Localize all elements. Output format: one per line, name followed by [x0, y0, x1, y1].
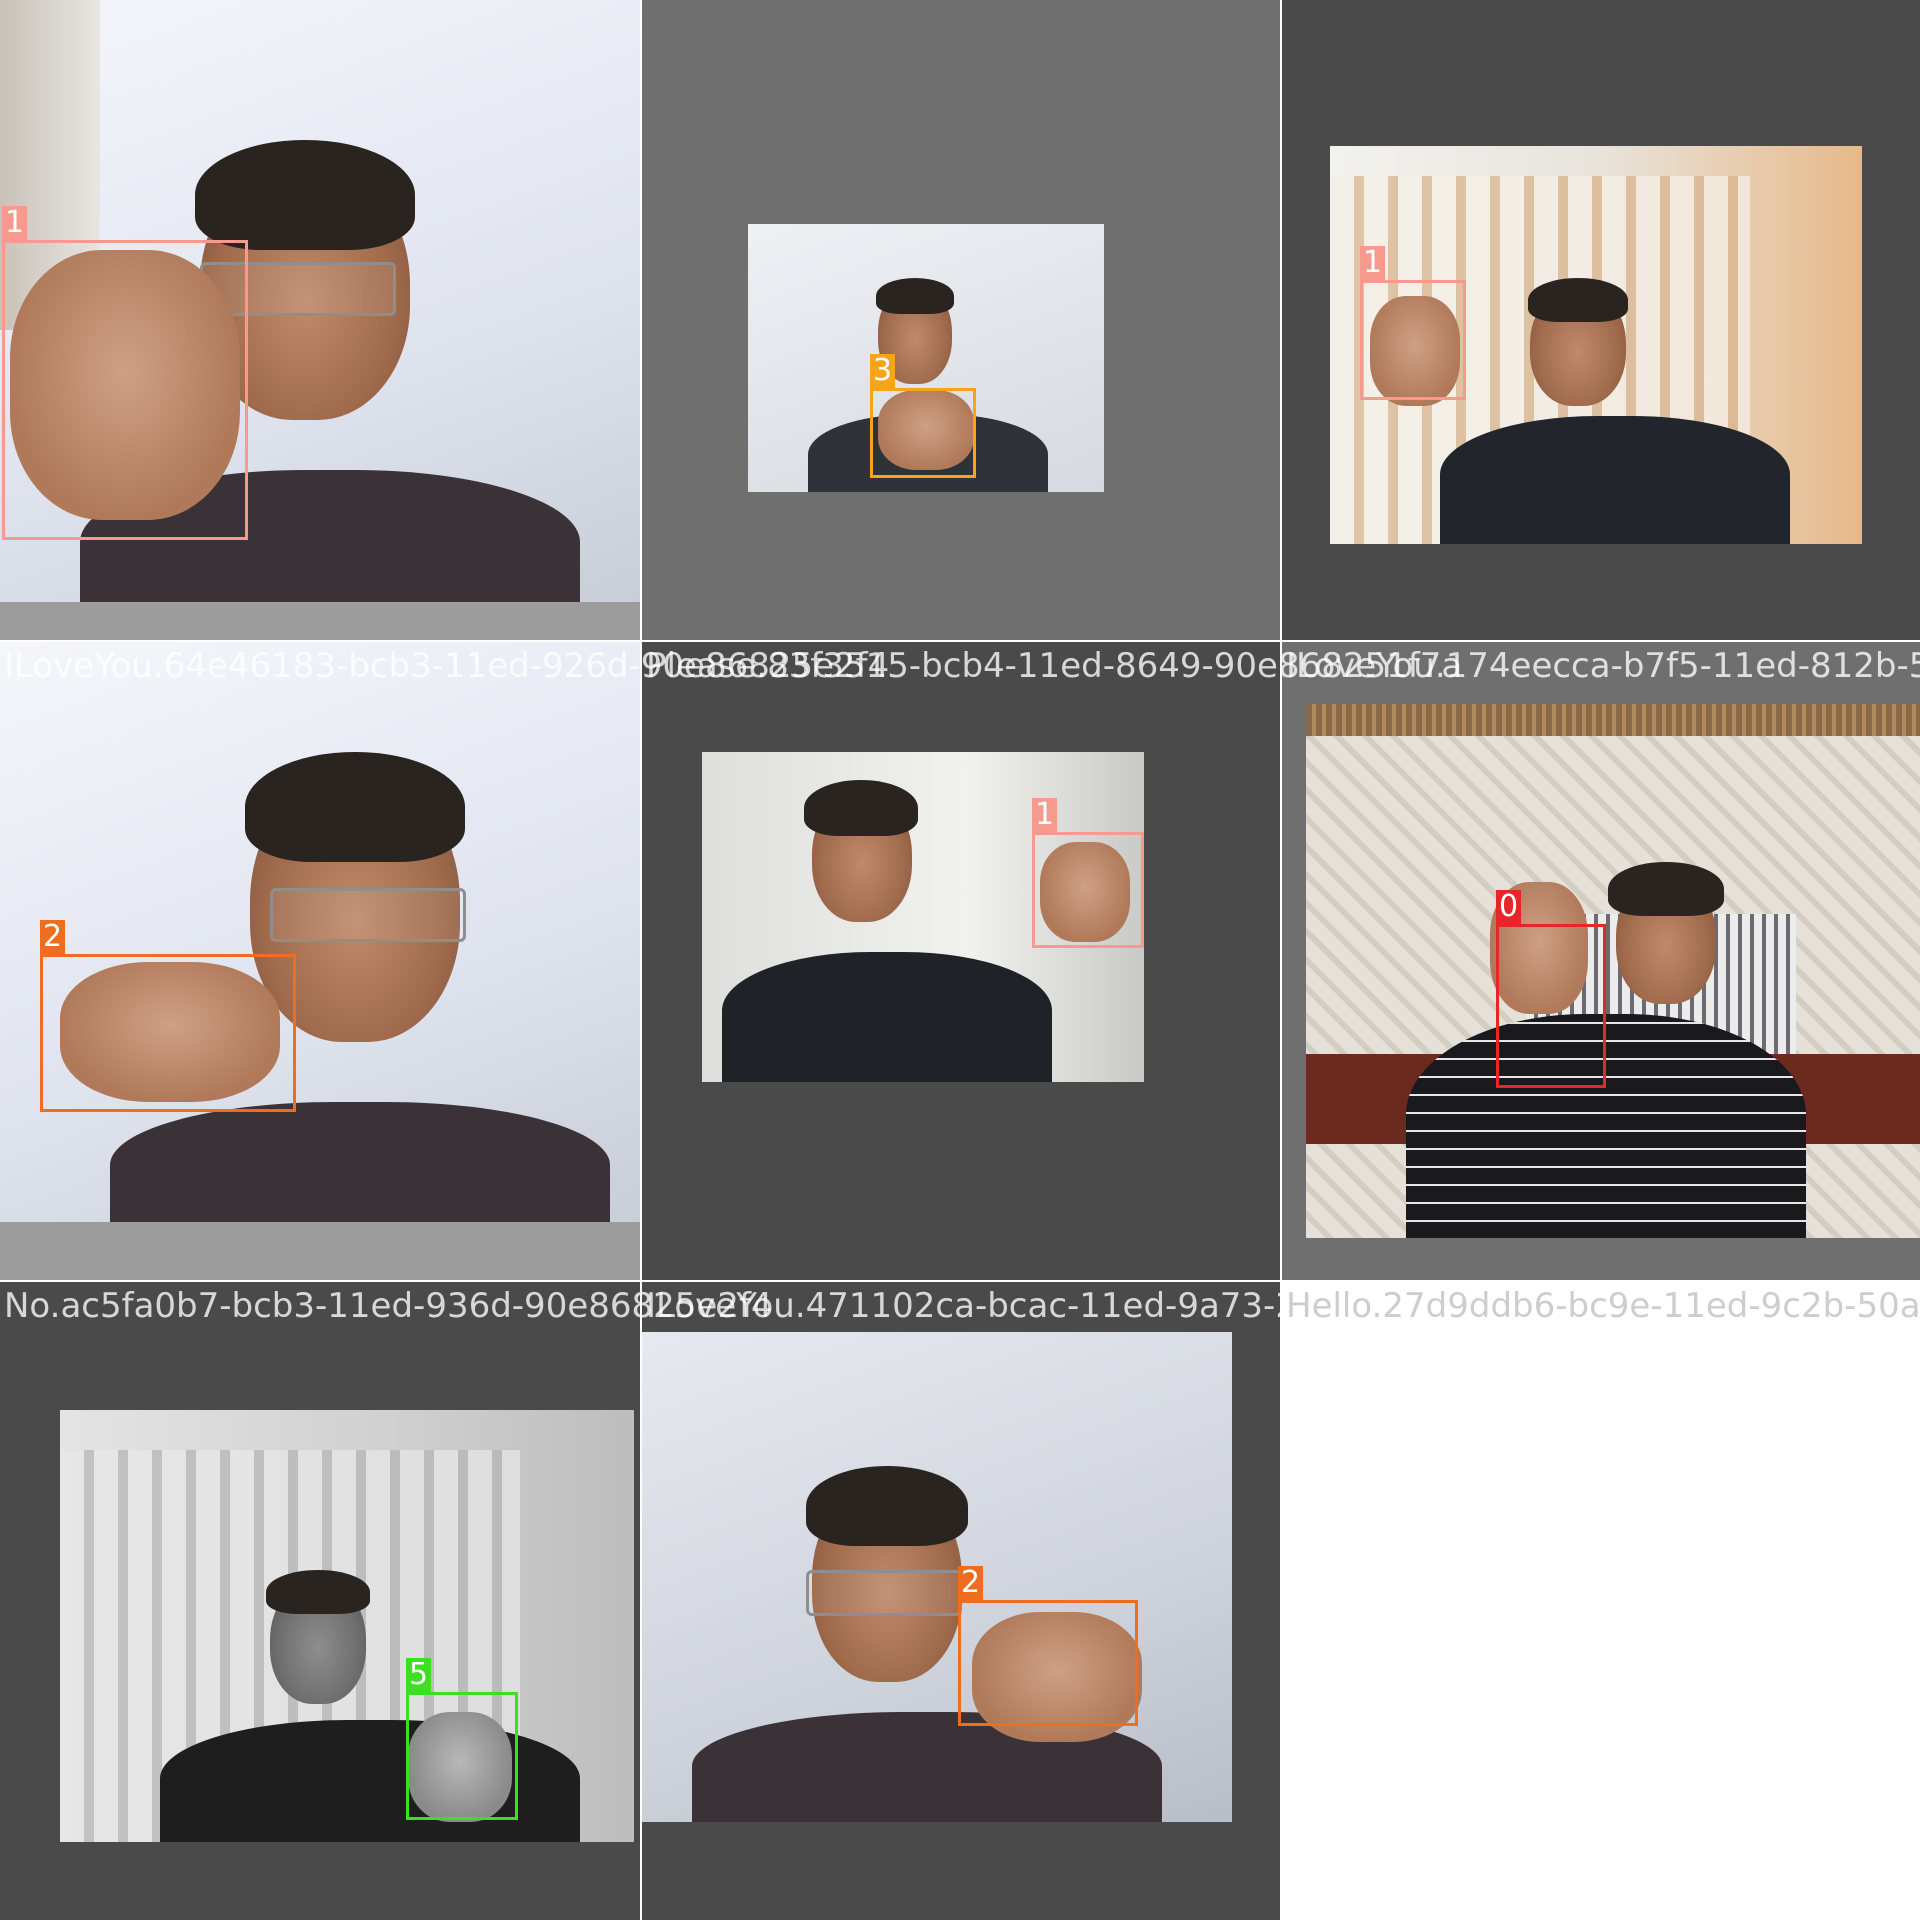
- tile-5-person-hair: [804, 780, 918, 836]
- tile-3-bounding-box: [1360, 280, 1466, 400]
- tile-4-person-hair: [245, 752, 465, 862]
- tile-7-photo: [60, 1410, 634, 1842]
- grid-divider-horizontal-2: [0, 1280, 1920, 1282]
- mosaic-tile-3: 1: [1282, 0, 1920, 640]
- tile-8-box-label: 2: [958, 1566, 984, 1600]
- tile-3-person-hair: [1528, 278, 1628, 322]
- mosaic-tile-6: 0: [1282, 642, 1920, 1280]
- mosaic-tile-7: 5: [0, 1282, 640, 1920]
- tile-3-person-body: [1440, 416, 1790, 544]
- tile-6-ceiling: [1306, 704, 1920, 736]
- tile-2-person-hair: [876, 278, 954, 314]
- tile-3-box-label: 1: [1360, 246, 1386, 280]
- tile-4-photo: [0, 642, 640, 1222]
- tile-6-person-hair: [1608, 862, 1724, 916]
- tile-5-box-label: 1: [1032, 798, 1058, 832]
- tile-5-person-body: [722, 952, 1052, 1082]
- grid-divider-horizontal-1: [0, 640, 1920, 642]
- tile-7-bounding-box: [406, 1692, 518, 1820]
- tile-2-box-label: 3: [870, 354, 896, 388]
- mosaic-tile-2: 3: [642, 0, 1280, 640]
- tile-6-bounding-box: [1496, 924, 1606, 1088]
- tile-5-bounding-box: [1032, 832, 1144, 948]
- tile-8-person-hair: [806, 1466, 968, 1546]
- mosaic-tile-4: 2: [0, 642, 640, 1280]
- tile-8-bounding-box: [958, 1600, 1138, 1726]
- mosaic-tile-5: 1: [642, 642, 1280, 1280]
- tile-4-bounding-box: [40, 954, 296, 1112]
- tile-1-bounding-box: [2, 240, 248, 540]
- tile-6-person-body: [1406, 1014, 1806, 1238]
- tile-1-box-label: 1: [2, 206, 28, 240]
- mosaic-tile-1: 1: [0, 0, 640, 640]
- tile-3-caption: ILoveYou.174eecca-b7f5-11ed-812b-5: [1286, 646, 1920, 686]
- mosaic-tile-8: 2: [642, 1282, 1280, 1920]
- tile-1-person-hair: [195, 140, 415, 250]
- tile-6-photo: [1306, 704, 1920, 1238]
- tile-4-glasses: [270, 888, 466, 942]
- grid-divider-vertical-1: [640, 0, 642, 1920]
- tile-8-glasses: [806, 1570, 962, 1616]
- tile-7-box-label: 5: [406, 1658, 432, 1692]
- tile-4-person-body: [110, 1102, 610, 1222]
- tile-4-box-label: 2: [40, 920, 66, 954]
- tile-6-caption: Hello.27d9ddb6-bc9e-11ed-9c2b-50a1: [1286, 1286, 1920, 1326]
- tile-7-person-hair: [266, 1570, 370, 1614]
- tile-6-box-label: 0: [1496, 890, 1522, 924]
- tile-8-photo: [642, 1332, 1232, 1822]
- tile-2-bounding-box: [870, 388, 976, 478]
